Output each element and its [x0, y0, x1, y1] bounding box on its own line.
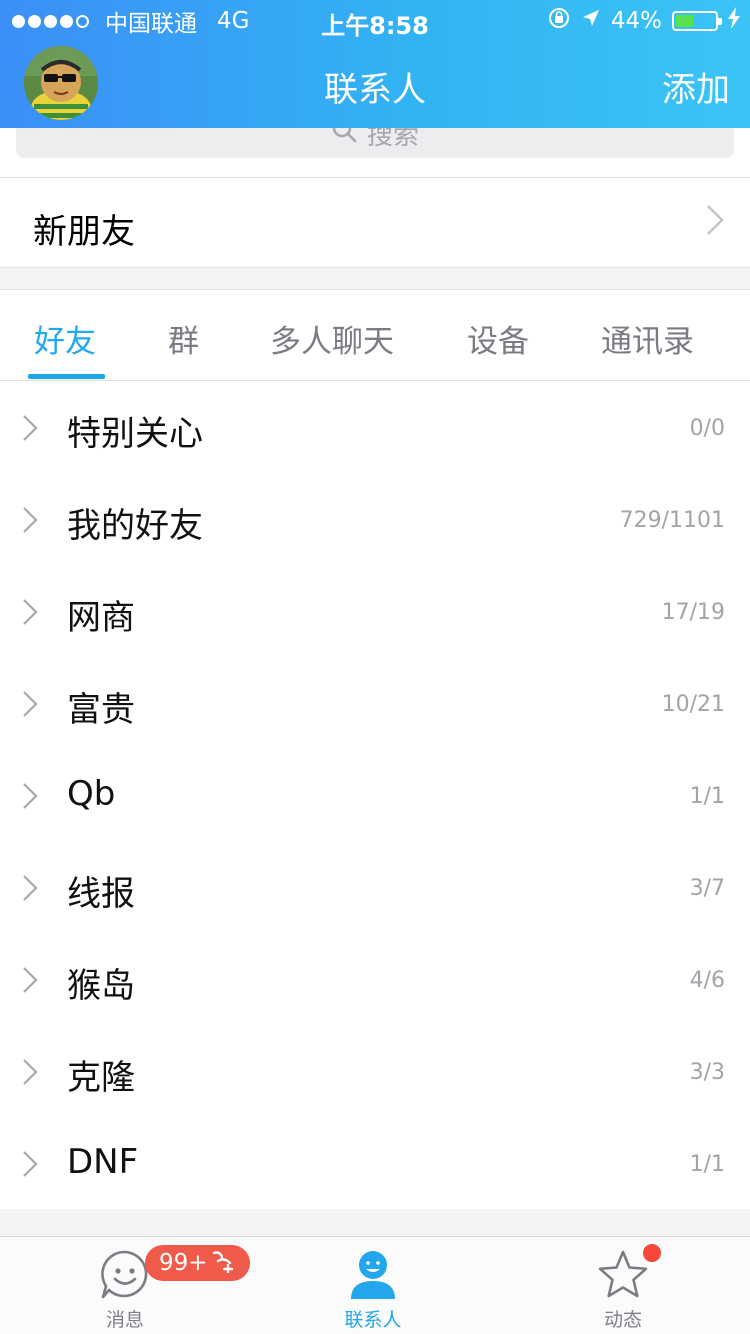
new-friends-row[interactable]: 新朋友: [0, 178, 750, 268]
tab-groups[interactable]: 群: [168, 316, 199, 361]
group-count: 4/6: [689, 968, 725, 993]
chevron-right-icon: [22, 1058, 38, 1090]
charging-bolt-icon: [728, 7, 740, 35]
group-count: 3/3: [689, 1060, 725, 1085]
battery-icon: [672, 11, 722, 31]
rotation-lock-icon: [547, 6, 571, 36]
group-name: 我的好友: [67, 506, 203, 546]
group-count: 1/1: [689, 784, 725, 809]
active-tab-indicator: [28, 374, 105, 379]
new-activity-dot: [643, 1244, 661, 1262]
chevron-right-icon: [22, 966, 38, 998]
smiley-chat-icon: [99, 1249, 151, 1305]
status-right: 44%: [547, 6, 740, 36]
group-name: 猴岛: [67, 966, 135, 1006]
group-count: 0/0: [689, 416, 725, 441]
header-bar: 中国联通 4G 上午8:58 44% 联系人 添加: [0, 0, 750, 128]
tab-contacts[interactable]: 联系人: [293, 1237, 453, 1334]
group-count: 3/7: [689, 876, 725, 901]
tab-devices[interactable]: 设备: [467, 316, 529, 361]
battery-percent: 44%: [610, 8, 662, 34]
location-arrow-icon: [581, 8, 601, 34]
group-row[interactable]: 富贵 10/21: [0, 658, 750, 750]
section-divider: [0, 268, 750, 290]
chevron-right-icon: [22, 782, 38, 814]
sparkle-icon: [210, 1247, 236, 1279]
group-row[interactable]: 猴岛 4/6: [0, 934, 750, 1026]
group-name: 富贵: [67, 690, 135, 730]
group-name: DNF: [67, 1142, 139, 1182]
group-name: Qb: [67, 774, 116, 814]
star-icon: [597, 1249, 649, 1305]
tab-messages-label: 消息: [105, 1309, 144, 1331]
group-row[interactable]: Qb 1/1: [0, 750, 750, 842]
group-name: 克隆: [67, 1058, 135, 1098]
chevron-right-icon: [22, 598, 38, 630]
contact-tabs: 好友 群 多人聊天 设备 通讯录: [0, 290, 750, 381]
list-bottom-spacer: [0, 1209, 750, 1236]
chevron-right-icon: [22, 1150, 38, 1182]
group-count: 1/1: [689, 1152, 725, 1177]
friend-group-list: 特别关心 0/0 我的好友 729/1101 网商 17/19 富贵 10/21…: [0, 382, 750, 1210]
add-button[interactable]: 添加: [662, 62, 730, 111]
tab-contacts-label: 联系人: [344, 1309, 402, 1331]
chevron-right-icon: [706, 204, 724, 240]
chevron-right-icon: [22, 506, 38, 538]
group-row[interactable]: 网商 17/19: [0, 566, 750, 658]
chevron-right-icon: [22, 874, 38, 906]
group-name: 特别关心: [67, 414, 203, 454]
group-name: 线报: [67, 874, 135, 914]
tab-multi-chat[interactable]: 多人聊天: [270, 316, 394, 361]
group-row[interactable]: 克隆 3/3: [0, 1026, 750, 1118]
bottom-tab-bar: 消息 99+ 联系人 动态: [0, 1236, 750, 1334]
search-area: 搜索: [0, 108, 750, 178]
unread-count: 99+: [159, 1250, 208, 1276]
group-name: 网商: [67, 598, 135, 638]
tab-address-book[interactable]: 通讯录: [601, 316, 694, 361]
chevron-right-icon: [22, 690, 38, 722]
chevron-right-icon: [22, 414, 38, 446]
tab-moments[interactable]: 动态: [543, 1237, 703, 1334]
person-icon: [347, 1249, 399, 1305]
unread-badge: 99+: [145, 1245, 250, 1281]
group-row[interactable]: DNF 1/1: [0, 1118, 750, 1210]
group-row[interactable]: 特别关心 0/0: [0, 382, 750, 474]
group-row[interactable]: 我的好友 729/1101: [0, 474, 750, 566]
page-title: 联系人: [324, 70, 426, 110]
status-bar: 中国联通 4G 上午8:58 44%: [0, 0, 750, 40]
group-count: 10/21: [661, 692, 725, 717]
group-row[interactable]: 线报 3/7: [0, 842, 750, 934]
group-count: 729/1101: [619, 508, 725, 533]
tab-friends[interactable]: 好友: [34, 316, 96, 361]
group-count: 17/19: [661, 600, 725, 625]
new-friends-label: 新朋友: [33, 212, 135, 252]
tab-moments-label: 动态: [603, 1309, 642, 1331]
